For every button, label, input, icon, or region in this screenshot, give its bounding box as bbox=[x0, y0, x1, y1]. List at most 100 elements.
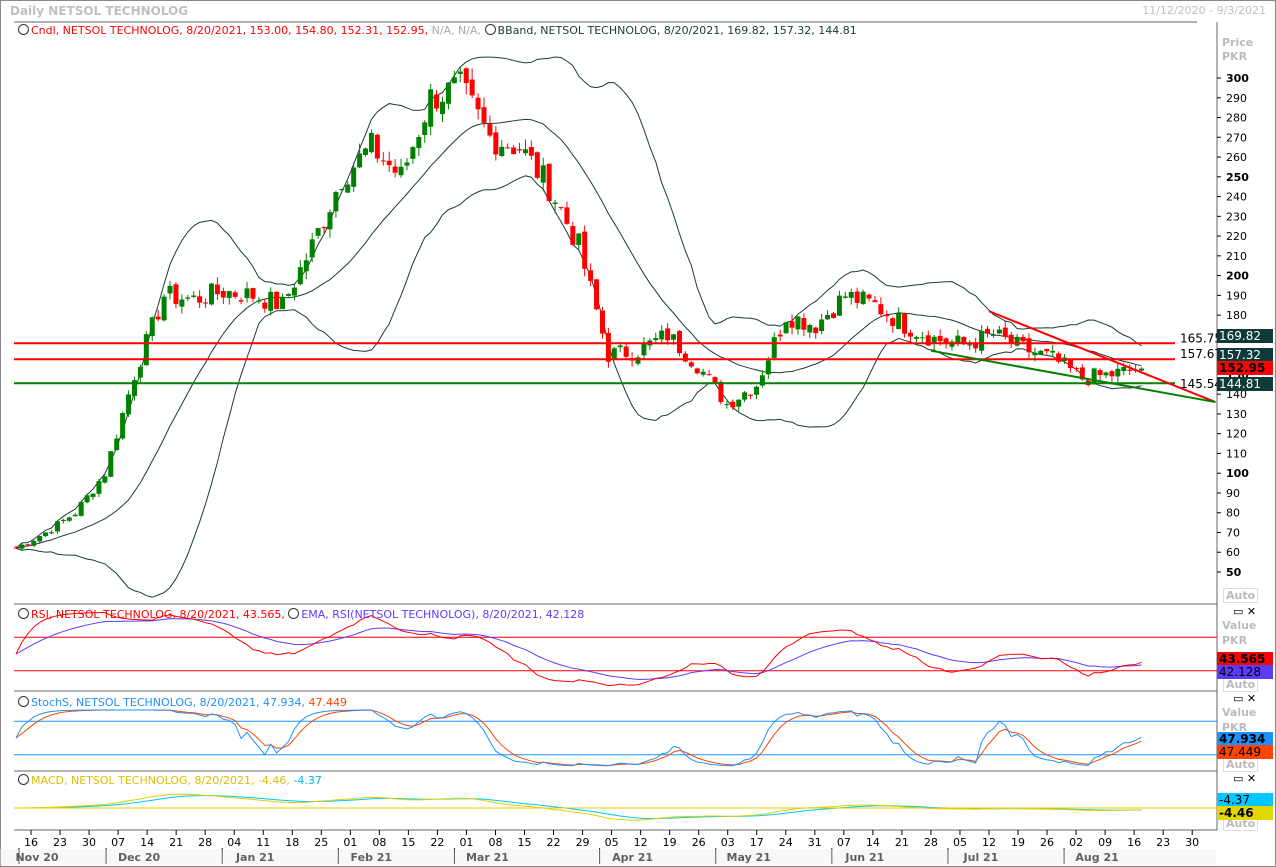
y-tick-label: 190 bbox=[1226, 289, 1247, 302]
candle-body bbox=[363, 148, 369, 155]
candle-body bbox=[238, 300, 244, 302]
y-tick-label: 110 bbox=[1226, 447, 1247, 460]
x-tick-label: 28 bbox=[198, 836, 212, 849]
candle-body bbox=[357, 153, 363, 168]
candle-body bbox=[878, 304, 884, 315]
candle-body bbox=[1073, 368, 1079, 370]
macd-tag: -4.46 bbox=[1217, 806, 1273, 820]
candle-body bbox=[214, 284, 220, 295]
candle-body bbox=[599, 310, 605, 334]
candle-body bbox=[1038, 350, 1044, 355]
candle-body bbox=[789, 321, 795, 328]
price-unit-label: PKR bbox=[1222, 50, 1248, 63]
candle-body bbox=[499, 146, 505, 157]
candle-body bbox=[339, 188, 345, 191]
auto-scale-button[interactable]: Auto bbox=[1223, 588, 1259, 603]
pane-buttons[interactable]: ▭ ✕ bbox=[1233, 692, 1256, 705]
candle-body bbox=[777, 334, 783, 337]
x-tick-label: 19 bbox=[663, 836, 677, 849]
x-tick-label: 23 bbox=[1156, 836, 1170, 849]
candle-body bbox=[345, 184, 351, 193]
x-tick-label: 04 bbox=[227, 836, 241, 849]
candle-body bbox=[291, 287, 297, 296]
candle-body bbox=[505, 147, 511, 149]
x-tick-label: 17 bbox=[750, 836, 764, 849]
candle-body bbox=[208, 283, 214, 305]
y-tick-label: 90 bbox=[1226, 487, 1240, 500]
x-tick-label: 30 bbox=[82, 836, 96, 849]
y-tick-label: 240 bbox=[1226, 191, 1247, 204]
x-tick-label: 01 bbox=[343, 836, 357, 849]
candle-body bbox=[807, 325, 813, 333]
candle-body bbox=[31, 540, 37, 546]
stoch-legend: StochS, NETSOL TECHNOLOG, 8/20/2021, 47.… bbox=[31, 696, 305, 709]
candle-body bbox=[830, 313, 836, 318]
candle-body bbox=[226, 291, 232, 298]
candle-body bbox=[854, 291, 860, 303]
pane-buttons[interactable]: ▭ ✕ bbox=[1233, 772, 1256, 785]
candle-body bbox=[469, 79, 475, 96]
y-tick-label: 180 bbox=[1226, 309, 1247, 322]
candle-body bbox=[1097, 370, 1103, 376]
candle-body bbox=[197, 296, 203, 303]
rsi-line bbox=[15, 611, 1142, 687]
x-tick-label: 14 bbox=[866, 836, 880, 849]
candle-body bbox=[114, 438, 120, 451]
x-tick-label: 25 bbox=[314, 836, 328, 849]
clock-icon bbox=[18, 696, 29, 707]
candle-body bbox=[748, 394, 754, 396]
clock-icon bbox=[18, 608, 29, 619]
candle-body bbox=[457, 71, 463, 74]
y-tick-label: 220 bbox=[1226, 230, 1247, 243]
candle-body bbox=[576, 233, 582, 245]
x-tick-label: 07 bbox=[111, 836, 125, 849]
x-tick-label: 05 bbox=[605, 836, 619, 849]
candle-body bbox=[564, 207, 570, 224]
candle-body bbox=[60, 519, 66, 521]
candle-body bbox=[641, 343, 647, 356]
candle-body bbox=[78, 502, 84, 516]
y-tick-label: 80 bbox=[1226, 507, 1240, 520]
stoch-d-line bbox=[15, 709, 1142, 766]
x-tick-label: 15 bbox=[401, 836, 415, 849]
candle-body bbox=[558, 207, 564, 209]
candle-body bbox=[1056, 353, 1062, 362]
candle-body bbox=[594, 279, 600, 310]
chart-canvas[interactable]: 5060708090100110120130140150160170180190… bbox=[0, 0, 1276, 867]
y-tick-label: 270 bbox=[1226, 131, 1247, 144]
clock-icon bbox=[288, 608, 300, 619]
candle-body bbox=[96, 481, 102, 494]
value-label: Value bbox=[1222, 706, 1257, 719]
bb-upper-tag: 169.82 bbox=[1217, 329, 1273, 343]
x-tick-label: 12 bbox=[634, 836, 648, 849]
candle-body bbox=[570, 226, 576, 245]
auto-scale-button[interactable]: Auto bbox=[1223, 757, 1259, 772]
bband-upper bbox=[15, 56, 1142, 549]
candle-body bbox=[84, 495, 90, 503]
candle-body bbox=[380, 160, 386, 162]
stoch-d-tag: 47.449 bbox=[1217, 745, 1273, 759]
candle-body bbox=[351, 167, 357, 187]
candle-body bbox=[232, 292, 238, 297]
x-tick-label: 15 bbox=[518, 836, 532, 849]
candle-body bbox=[333, 192, 339, 212]
candle-body bbox=[244, 288, 250, 299]
macd-legend: MACD, NETSOL TECHNOLOG, 8/20/2021, -4.46… bbox=[31, 774, 290, 787]
candle-body bbox=[611, 348, 617, 360]
candle-body bbox=[392, 166, 398, 173]
candle-body bbox=[191, 295, 197, 297]
auto-scale-button[interactable]: Auto bbox=[1223, 677, 1259, 692]
pane-buttons[interactable]: ▭ ✕ bbox=[1233, 605, 1256, 618]
candle-body bbox=[54, 521, 60, 532]
candle-body bbox=[511, 147, 517, 155]
candle-body bbox=[37, 536, 43, 542]
candle-body bbox=[676, 330, 682, 354]
candle-body bbox=[979, 330, 985, 351]
candle-body bbox=[250, 288, 256, 299]
legend-rsi: RSI, NETSOL TECHNOLOG, 8/20/2021, 43.565… bbox=[18, 608, 584, 621]
candle-body bbox=[1002, 327, 1008, 337]
candle-body bbox=[25, 544, 31, 546]
y-tick-label: 130 bbox=[1226, 408, 1247, 421]
y-tick-label: 60 bbox=[1226, 546, 1240, 559]
candle-body bbox=[1014, 336, 1020, 346]
